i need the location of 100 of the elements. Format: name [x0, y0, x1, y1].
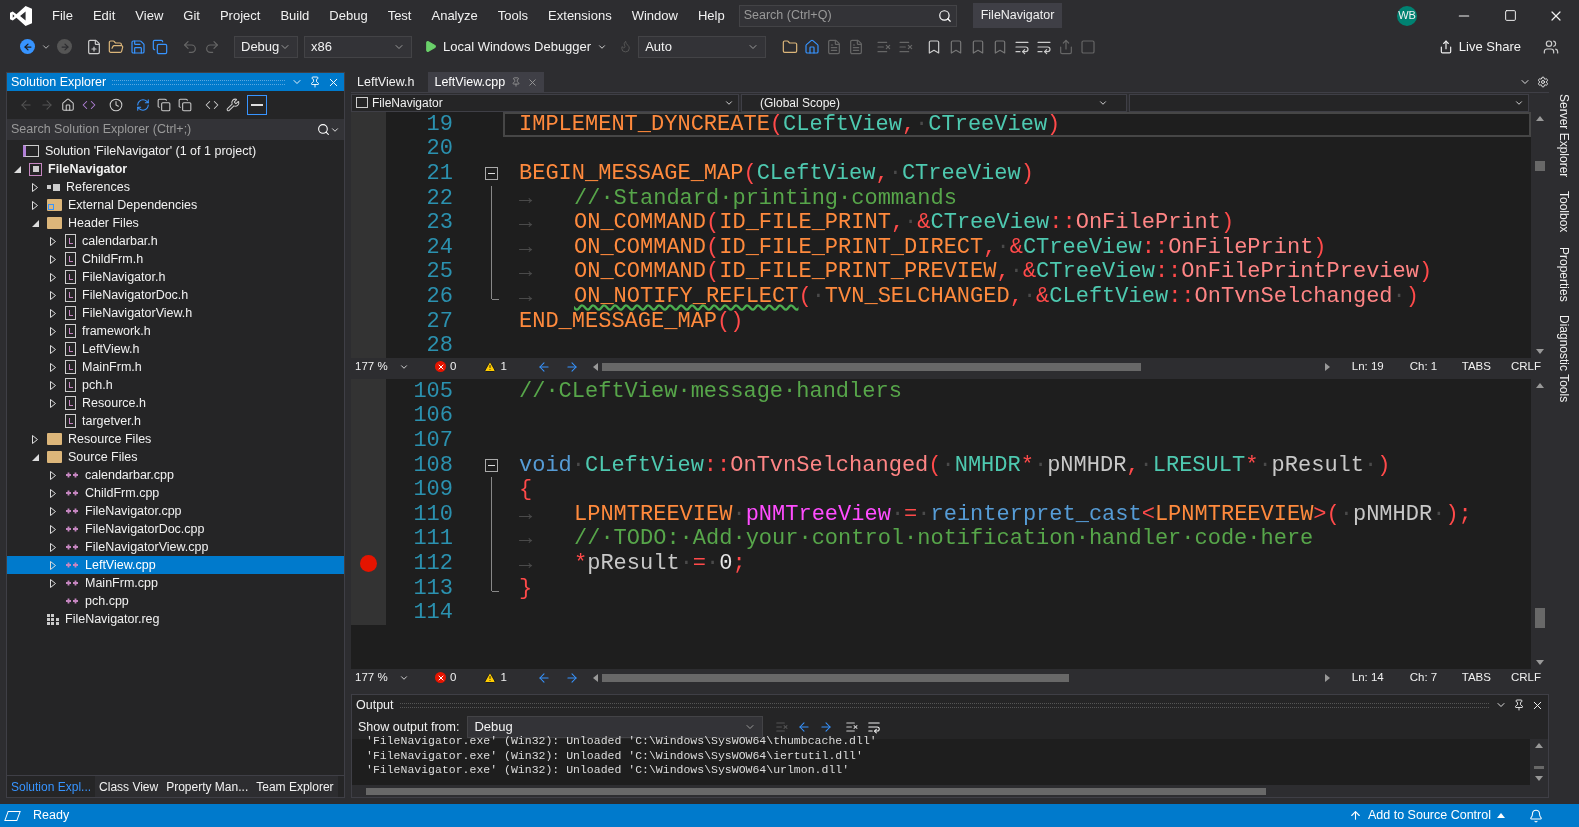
menu-item[interactable]: Window — [621, 5, 688, 26]
scroll-left-icon[interactable] — [592, 362, 598, 371]
tree-item[interactable]: LeftView.h — [7, 340, 344, 358]
side-tab[interactable]: Toolbox — [1555, 191, 1573, 233]
tree-item[interactable]: pch.h — [7, 376, 344, 394]
editor-tab[interactable]: LeftView.h — [351, 72, 421, 92]
tree-item[interactable]: ChildFrm.cpp — [7, 484, 344, 502]
menu-item[interactable]: Edit — [82, 5, 126, 26]
tree-item[interactable]: LeftView.cpp — [7, 556, 344, 574]
tree-item[interactable]: Resource Files — [7, 430, 344, 448]
project-dropdown[interactable]: FileNavigator — [351, 93, 739, 112]
scroll-right-icon[interactable] — [1324, 362, 1330, 371]
collapsed-arrow-icon[interactable] — [32, 182, 38, 192]
scroll-up-icon[interactable] — [1536, 383, 1544, 388]
code-icon[interactable] — [205, 98, 219, 112]
error-count[interactable]: 0 — [450, 668, 457, 687]
collapsed-arrow-icon[interactable] — [50, 398, 56, 408]
menu-item[interactable]: Help — [687, 5, 735, 26]
tree-item[interactable]: Resource.h — [7, 394, 344, 412]
scroll-down-icon[interactable] — [1535, 776, 1543, 781]
scope-dropdown[interactable]: (Global Scope) — [741, 93, 1127, 112]
collapsed-arrow-icon[interactable] — [50, 524, 56, 534]
scrollbar-thumb[interactable] — [601, 362, 1142, 371]
collapsed-arrow-icon[interactable] — [50, 236, 56, 246]
collapsed-arrow-icon[interactable] — [50, 326, 56, 336]
tree-item[interactable]: MainFrm.h — [7, 358, 344, 376]
properties-icon[interactable] — [226, 98, 240, 112]
scrollbar-thumb[interactable] — [1534, 766, 1544, 769]
tree-item[interactable]: External Dependencies — [7, 196, 344, 214]
collapsed-arrow-icon[interactable] — [50, 488, 56, 498]
scroll-down-icon[interactable] — [1536, 349, 1544, 354]
tree-item[interactable]: Source Files — [7, 448, 344, 466]
collapsed-arrow-icon[interactable] — [50, 344, 56, 354]
collapsed-arrow-icon[interactable] — [50, 254, 56, 264]
warning-count[interactable]: 1 — [500, 668, 507, 687]
platform-dropdown[interactable]: x86 — [304, 35, 412, 58]
app-logo[interactable] — [10, 4, 32, 27]
tree-item[interactable]: FileNavigatorView.cpp — [7, 538, 344, 556]
collapsed-arrow-icon[interactable] — [50, 470, 56, 480]
tree-item[interactable]: FileNavigator.cpp — [7, 502, 344, 520]
tree-item[interactable]: Solution 'FileNavigator' (1 of 1 project) — [7, 142, 344, 160]
collapse-icon[interactable] — [485, 167, 498, 180]
pending-changes-icon[interactable] — [109, 98, 123, 112]
collapsed-arrow-icon[interactable] — [50, 380, 56, 390]
clear-all-icon[interactable] — [845, 720, 860, 734]
collapsed-arrow-icon[interactable] — [50, 578, 56, 588]
source-control-button[interactable]: Add to Source Control — [1349, 806, 1505, 825]
user-avatar[interactable]: WB — [1397, 5, 1417, 26]
indent-indicator[interactable]: TABS — [1461, 357, 1491, 376]
side-tab[interactable]: Properties — [1555, 246, 1573, 302]
back-icon[interactable] — [20, 39, 35, 54]
scrollbar-thumb[interactable] — [366, 787, 1266, 795]
expanded-arrow-icon[interactable] — [13, 165, 21, 173]
scroll-up-icon[interactable] — [1536, 116, 1544, 121]
warning-count[interactable]: 1 — [500, 357, 507, 376]
preview-icon[interactable] — [247, 95, 267, 115]
expanded-arrow-icon[interactable] — [31, 219, 39, 227]
tree-item[interactable]: FileNavigatorView.h — [7, 304, 344, 322]
menu-item[interactable]: Project — [209, 5, 271, 26]
collapsed-arrow-icon[interactable] — [50, 542, 56, 552]
search-field[interactable]: Search (Ctrl+Q) — [738, 4, 957, 27]
mode-dropdown[interactable]: Auto — [638, 35, 767, 58]
line-ending-indicator[interactable]: CRLF — [1510, 668, 1541, 687]
tree-item[interactable]: FileNavigatorDoc.h — [7, 286, 344, 304]
tree-item[interactable]: Header Files — [7, 214, 344, 232]
tree-item[interactable]: FileNavigator.reg — [7, 610, 344, 628]
menu-item[interactable]: Git — [173, 5, 210, 26]
tree-item[interactable]: References — [7, 178, 344, 196]
line-ending-indicator[interactable]: CRLF — [1510, 357, 1541, 376]
tree-item[interactable]: targetver.h — [7, 412, 344, 430]
configuration-dropdown[interactable]: Debug — [234, 35, 298, 58]
indent-indicator[interactable]: TABS — [1461, 668, 1491, 687]
tree-item[interactable]: ChildFrm.h — [7, 250, 344, 268]
menu-item[interactable]: Build — [270, 5, 320, 26]
scroll-down-icon[interactable] — [1536, 660, 1544, 665]
menu-item[interactable]: Test — [377, 5, 422, 26]
side-tab[interactable]: Server Explorer — [1555, 94, 1573, 178]
collapsed-arrow-icon[interactable] — [50, 362, 56, 372]
scroll-up-icon[interactable] — [1535, 743, 1543, 748]
panel-tab[interactable]: Class View — [95, 776, 163, 797]
collapsed-arrow-icon[interactable] — [50, 272, 56, 282]
error-count[interactable]: 0 — [450, 357, 457, 376]
tree-item[interactable]: FileNavigatorDoc.cpp — [7, 520, 344, 538]
breakpoint-icon[interactable] — [360, 554, 377, 572]
collapsed-arrow-icon[interactable] — [50, 308, 56, 318]
next-message-icon[interactable] — [819, 720, 834, 734]
expanded-arrow-icon[interactable] — [31, 453, 39, 461]
home-icon[interactable] — [804, 38, 821, 55]
collapse-icon[interactable] — [485, 458, 498, 472]
back-icon[interactable] — [536, 670, 551, 685]
word-wrap-icon[interactable] — [867, 720, 882, 734]
tree-item[interactable]: FileNavigator.h — [7, 268, 344, 286]
previous-message-icon[interactable] — [797, 720, 812, 734]
menu-item[interactable]: Analyze — [421, 5, 488, 26]
settings-icon[interactable] — [1537, 76, 1549, 88]
zoom-dropdown[interactable]: 177 % — [351, 357, 413, 376]
tree-item[interactable]: framework.h — [7, 322, 344, 340]
scrollbar-thumb[interactable] — [601, 673, 1070, 682]
editor-tab[interactable]: LeftView.cpp — [428, 72, 545, 92]
tree-item[interactable]: FileNavigator — [7, 160, 344, 178]
